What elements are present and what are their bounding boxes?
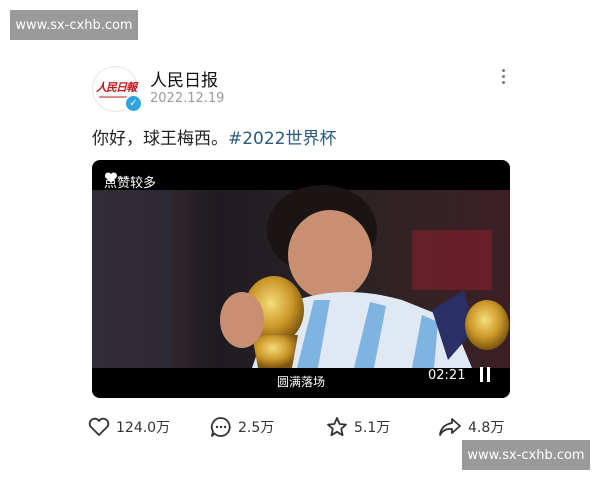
like-button[interactable]: 124.0万: [88, 414, 170, 440]
heart-icon: [104, 172, 118, 183]
share-count: 4.8万: [468, 420, 505, 436]
video-player[interactable]: 点赞较多 圆满落场 02:21: [92, 160, 510, 398]
action-bar: 124.0万 2.5万 5.1万 4.8万: [0, 414, 600, 440]
share-icon: [439, 418, 461, 436]
like-count: 124.0万: [116, 420, 171, 436]
comment-count: 2.5万: [238, 420, 275, 436]
hashtag-link[interactable]: #2022世界杯: [228, 129, 337, 149]
pause-icon[interactable]: [478, 367, 492, 383]
comment-button[interactable]: 2.5万: [210, 414, 274, 440]
video-frame: [92, 185, 510, 398]
post-body: 你好，球王梅西。: [92, 129, 228, 149]
comment-icon: [210, 417, 231, 437]
favorite-count: 5.1万: [354, 420, 391, 436]
video-badge: 点赞较多: [104, 172, 156, 191]
more-options-icon[interactable]: [495, 64, 511, 88]
avatar-logo: 人民日報: [96, 81, 137, 94]
author-name[interactable]: 人民日报: [150, 66, 218, 91]
watermark-bottom: www.sx-cxhb.com: [462, 440, 590, 470]
post-text: 你好，球王梅西。#2022世界杯: [92, 124, 337, 149]
star-icon: [327, 417, 347, 437]
favorite-button[interactable]: 5.1万: [326, 414, 390, 440]
heart-outline-icon: [88, 417, 110, 436]
post-date: 2022.12.19: [150, 91, 225, 106]
video-duration: 02:21: [428, 368, 466, 383]
verified-check-icon: ✓: [124, 94, 143, 113]
watermark-top: www.sx-cxhb.com: [10, 10, 138, 40]
share-button[interactable]: 4.8万: [438, 414, 504, 440]
